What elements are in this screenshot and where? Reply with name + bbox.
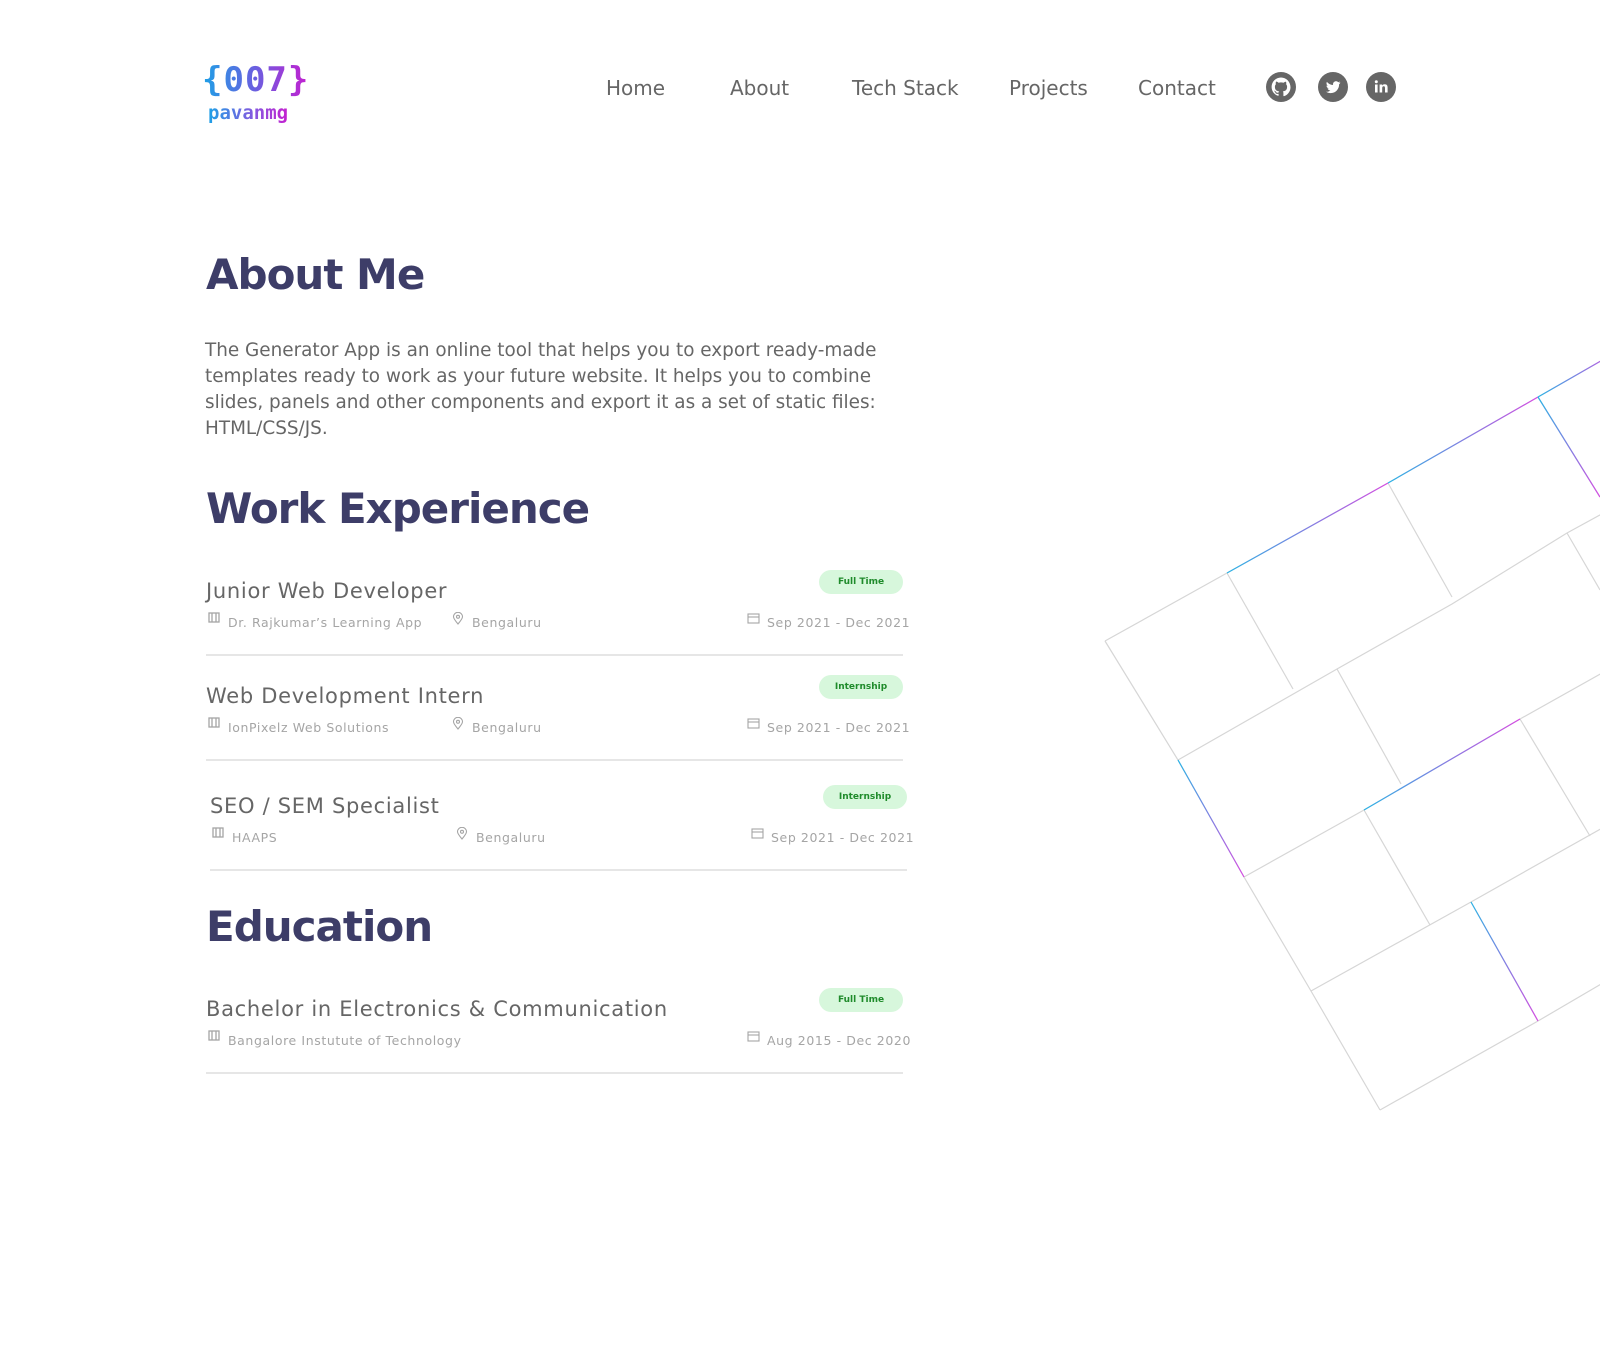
logo-name: pavanmg: [208, 102, 289, 124]
github-icon[interactable]: [1266, 72, 1296, 102]
job-type-badge: Full Time: [819, 570, 903, 594]
education-item: Bachelor in Electronics & Communication …: [206, 988, 910, 1074]
location-text: Bengaluru: [472, 615, 542, 630]
job-type-badge: Internship: [823, 785, 907, 809]
building-icon: [208, 1030, 220, 1041]
building-icon: [208, 717, 220, 728]
date-text: Sep 2021 - Dec 2021: [767, 720, 911, 735]
work-item-seo-sem-specialist: SEO / SEM Specialist Internship HAAPS Be…: [210, 785, 914, 871]
date-text: Sep 2021 - Dec 2021: [771, 830, 915, 845]
building-icon: [208, 612, 220, 623]
building-icon: [212, 827, 224, 838]
linkedin-icon[interactable]: [1366, 72, 1396, 102]
about-title: About Me: [206, 250, 425, 299]
location-text: Bengaluru: [476, 830, 546, 845]
degree-title: Bachelor in Electronics & Communication: [206, 997, 668, 1021]
education-title: Education: [206, 902, 433, 951]
calendar-icon: [747, 718, 760, 729]
logo-code: {007}: [202, 60, 310, 100]
location-pin-icon: [452, 612, 464, 625]
calendar-icon: [751, 828, 764, 839]
logo[interactable]: {007} pavanmg: [202, 60, 310, 130]
date-range: Sep 2021 - Dec 2021: [747, 717, 910, 735]
date-text: Aug 2015 - Dec 2020: [767, 1033, 912, 1048]
work-experience-title: Work Experience: [206, 484, 590, 533]
company-name: Dr. Rajkumar’s Learning App: [228, 615, 423, 630]
decorative-grid-pattern: [1104, 360, 1600, 1111]
job-type-badge: Internship: [819, 675, 903, 699]
work-item-junior-web-developer: Junior Web Developer Full Time Dr. Rajku…: [206, 570, 910, 656]
job-title: Junior Web Developer: [206, 579, 448, 603]
location-pin-icon: [452, 717, 464, 730]
company-name: HAAPS: [232, 830, 278, 845]
job-title: SEO / SEM Specialist: [210, 794, 440, 818]
date-range: Sep 2021 - Dec 2021: [747, 612, 910, 630]
date-text: Sep 2021 - Dec 2021: [767, 615, 911, 630]
location-pin-icon: [456, 827, 468, 840]
calendar-icon: [747, 613, 760, 624]
twitter-icon[interactable]: [1318, 72, 1348, 102]
calendar-icon: [747, 1031, 760, 1042]
nav-contact[interactable]: Contact: [1138, 74, 1216, 102]
education-type-badge: Full Time: [819, 988, 903, 1012]
date-range: Sep 2021 - Dec 2021: [751, 827, 914, 845]
job-title: Web Development Intern: [206, 684, 485, 708]
nav-home[interactable]: Home: [606, 74, 665, 102]
date-range: Aug 2015 - Dec 2020: [747, 1030, 912, 1048]
location-text: Bengaluru: [472, 720, 542, 735]
nav-tech-stack[interactable]: Tech Stack: [852, 74, 959, 102]
company-name: IonPixelz Web Solutions: [228, 720, 390, 735]
institution-name: Bangalore Instutute of Technology: [228, 1033, 462, 1048]
about-description: The Generator App is an online tool that…: [205, 340, 877, 439]
nav-projects[interactable]: Projects: [1009, 74, 1088, 102]
nav-about[interactable]: About: [730, 74, 789, 102]
work-item-web-development-intern: Web Development Intern Internship IonPix…: [206, 675, 910, 761]
